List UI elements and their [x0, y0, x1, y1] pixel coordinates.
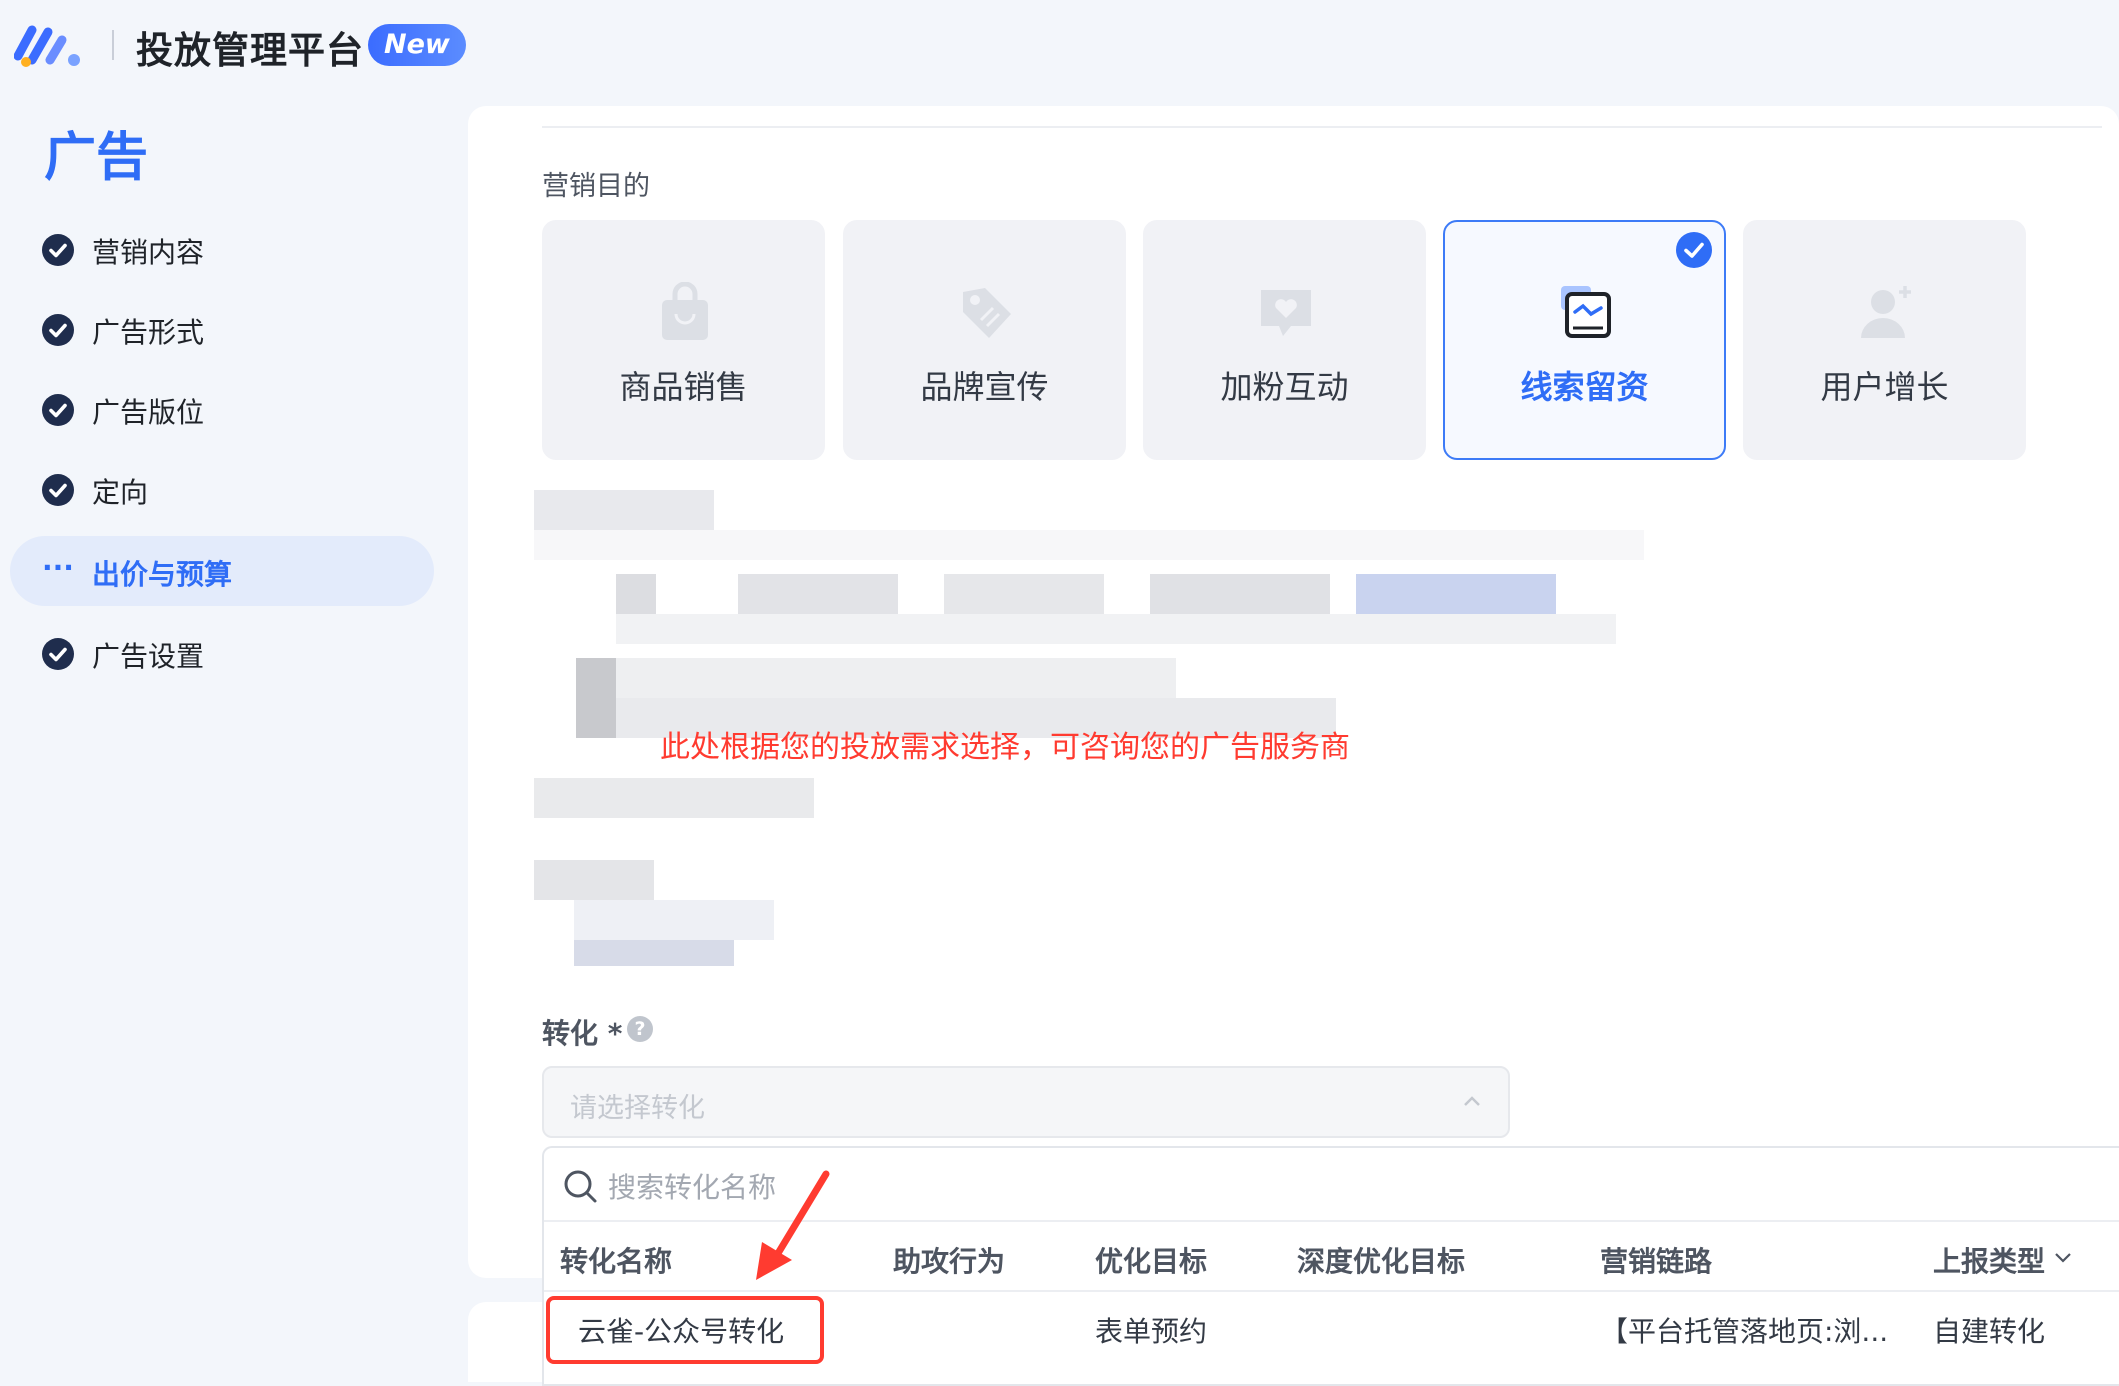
annotation-highlight-box: [546, 1296, 824, 1364]
check-circle-icon: [42, 474, 74, 506]
sidebar-item-bid-budget[interactable]: ··· 出价与预算: [10, 536, 434, 606]
header-divider: [112, 30, 114, 60]
heart-chat-icon: [1257, 282, 1315, 344]
sidebar-item-label: 营销内容: [92, 236, 205, 269]
annotation-arrow-icon: [740, 1168, 840, 1288]
sidebar-item-label: 出价与预算: [92, 558, 233, 591]
tile-label: 线索留资: [1520, 368, 1649, 406]
annotation-tip: 此处根据您的投放需求选择，可咨询您的广告服务商: [660, 730, 1350, 765]
chevron-up-icon: [1460, 1090, 1484, 1114]
section-label-marketing-purpose: 营销目的: [542, 171, 650, 202]
purpose-tile-product-sales[interactable]: 商品销售: [542, 220, 825, 460]
app-title: 投放管理平台: [136, 29, 364, 72]
sidebar-item-targeting[interactable]: 定向: [10, 454, 434, 524]
sidebar-item-label: 定向: [92, 476, 149, 509]
check-circle-icon: [1676, 232, 1712, 268]
tag-icon: [957, 282, 1015, 344]
shopping-bag-icon: [656, 281, 714, 344]
table-cell-goal: 表单预约: [1095, 1315, 1208, 1348]
check-circle-icon: [42, 234, 74, 266]
sidebar-item-label: 广告设置: [92, 640, 205, 673]
column-header-deep-goal: 深度优化目标: [1297, 1245, 1466, 1278]
search-icon: [562, 1168, 600, 1206]
column-header-name: 转化名称: [560, 1245, 673, 1278]
column-header-report-type[interactable]: 上报类型: [1933, 1240, 2045, 1280]
select-placeholder: 请选择转化: [570, 1093, 705, 1124]
column-header-assist: 助攻行为: [893, 1245, 1006, 1278]
tile-label: 品牌宣传: [920, 368, 1049, 406]
tile-label: 商品销售: [619, 368, 748, 406]
conversion-label: 转化 *: [542, 1017, 623, 1050]
tile-label: 用户增长: [1820, 368, 1949, 406]
sidebar-item-ad-settings[interactable]: 广告设置: [10, 618, 434, 688]
sidebar-item-ad-placement[interactable]: 广告版位: [10, 374, 434, 444]
purpose-tile-followers[interactable]: 加粉互动: [1143, 220, 1426, 460]
new-badge: New: [368, 24, 466, 66]
app-logo-icon: [13, 22, 90, 68]
table-cell-report-type: 自建转化: [1933, 1315, 2046, 1348]
table-cell-chain: 【平台托管落地页:浏...: [1600, 1315, 1889, 1348]
divider: [544, 1290, 2119, 1292]
purpose-tile-leads[interactable]: 线索留资: [1443, 220, 1726, 460]
check-circle-icon: [42, 314, 74, 346]
sidebar-item-marketing-content[interactable]: 营销内容: [10, 214, 434, 284]
chevron-down-icon[interactable]: [2052, 1246, 2074, 1268]
sidebar-item-label: 广告形式: [92, 316, 205, 349]
check-circle-icon: [42, 638, 74, 670]
column-header-goal: 优化目标: [1095, 1245, 1208, 1278]
user-add-icon: [1857, 282, 1915, 344]
tile-label: 加粉互动: [1220, 368, 1349, 406]
sidebar-item-ad-format[interactable]: 广告形式: [10, 294, 434, 364]
help-icon[interactable]: ?: [627, 1016, 653, 1042]
lead-form-icon: [1557, 282, 1615, 344]
purpose-tile-brand[interactable]: 品牌宣传: [843, 220, 1126, 460]
purpose-tile-user-growth[interactable]: 用户增长: [1743, 220, 2026, 460]
check-circle-icon: [42, 394, 74, 426]
sidebar-title: 广告: [44, 128, 149, 188]
in-progress-dots-icon: ···: [42, 551, 74, 584]
conversion-select[interactable]: 请选择转化: [542, 1066, 1510, 1138]
column-header-chain: 营销链路: [1600, 1245, 1713, 1278]
sidebar-item-label: 广告版位: [92, 396, 205, 429]
divider: [542, 126, 2102, 128]
